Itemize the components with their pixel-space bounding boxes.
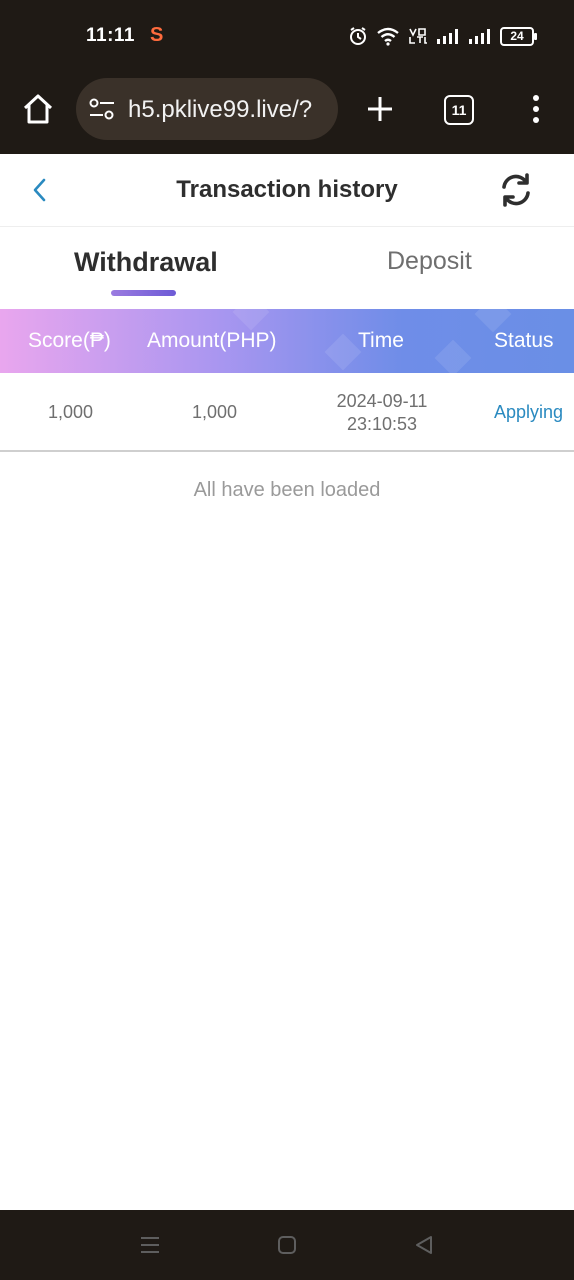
cell-time: 2024-09-11 23:10:53 — [324, 390, 440, 436]
new-tab-icon[interactable] — [365, 94, 395, 124]
more-menu-icon[interactable] — [531, 94, 541, 124]
page-header: Transaction history — [0, 154, 574, 227]
refresh-icon[interactable] — [498, 172, 534, 208]
active-tab-indicator — [111, 290, 176, 296]
url-text: h5.pklive99.live/? — [128, 96, 313, 123]
list-end-message: All have been loaded — [193, 479, 381, 501]
back-nav-icon[interactable] — [413, 1234, 435, 1256]
battery-icon: 24 — [500, 26, 537, 46]
cell-time-date: 2024-09-11 — [336, 391, 428, 411]
cell-amount: 1,000 — [192, 402, 238, 422]
system-nav-bar — [0, 1210, 574, 1280]
tab-bar: Withdrawal Deposit — [0, 227, 574, 309]
site-settings-icon[interactable] — [88, 97, 116, 121]
page-title: Transaction history — [176, 176, 398, 203]
notification-app-icon: S — [150, 24, 164, 46]
column-header-score: Score(₱) — [28, 329, 111, 352]
volte-icon — [409, 28, 427, 44]
signal-icon — [469, 29, 490, 44]
status-icons: 24 — [348, 26, 537, 46]
status-badge: Applying — [494, 402, 564, 422]
home-icon[interactable] — [21, 92, 55, 126]
status-bar: 11:11 S 24 — [0, 0, 574, 70]
cell-time-clock: 23:10:53 — [346, 414, 418, 434]
tab-switcher-button[interactable]: 11 — [444, 95, 474, 125]
table-header: Score(₱) Amount(PHP) Time Status — [0, 309, 574, 373]
tab-deposit[interactable]: Deposit — [387, 247, 472, 276]
column-header-time: Time — [358, 329, 404, 352]
alarm-icon — [350, 27, 366, 45]
table-row[interactable]: 1,000 1,000 2024-09-11 23:10:53 Applying — [0, 373, 574, 452]
cell-score: 1,000 — [48, 402, 94, 422]
address-bar[interactable]: h5.pklive99.live/? — [76, 78, 338, 140]
tab-withdrawal[interactable]: Withdrawal — [74, 247, 218, 278]
home-nav-icon[interactable] — [276, 1234, 298, 1256]
recent-apps-icon[interactable] — [139, 1234, 161, 1256]
column-header-amount: Amount(PHP) — [147, 329, 277, 352]
wifi-icon — [377, 27, 399, 46]
browser-toolbar: h5.pklive99.live/? 11 — [0, 70, 574, 154]
signal-icon — [437, 29, 458, 44]
column-header-status: Status — [494, 329, 554, 352]
status-time: 11:11 — [86, 25, 135, 46]
